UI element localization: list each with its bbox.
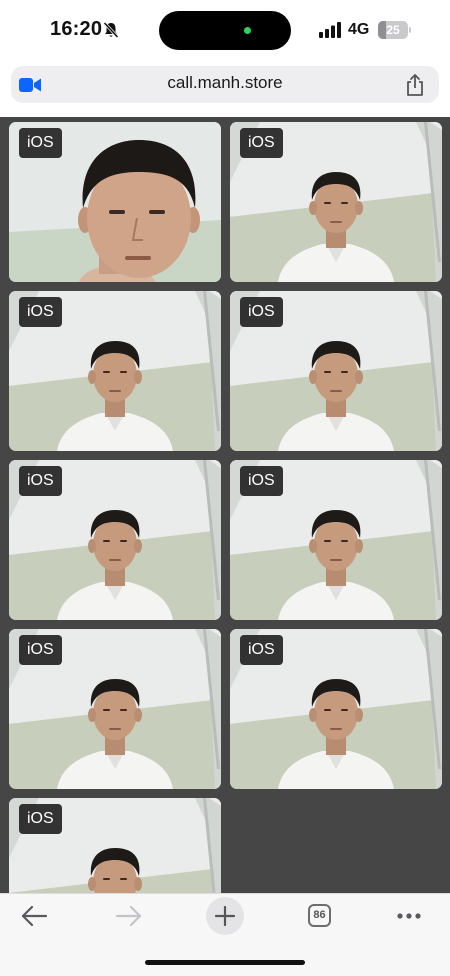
url-text[interactable]: call.manh.store — [60, 73, 390, 93]
share-icon[interactable] — [404, 73, 426, 97]
video-tile[interactable]: iOS — [9, 798, 221, 893]
video-tile[interactable]: iOS — [230, 122, 442, 282]
forward-arrow-icon[interactable] — [115, 903, 143, 929]
plus-icon — [215, 906, 235, 926]
participant-label: iOS — [19, 128, 62, 158]
video-tile[interactable]: iOS — [9, 291, 221, 451]
video-camera-icon[interactable] — [19, 77, 41, 93]
more-icon[interactable] — [396, 912, 422, 920]
battery-icon: 25 — [378, 21, 408, 39]
participant-label: iOS — [19, 804, 62, 834]
home-indicator — [145, 960, 305, 965]
video-tile[interactable]: iOS — [9, 460, 221, 620]
video-tile[interactable]: iOS — [9, 629, 221, 789]
status-time: 16:20 — [50, 18, 103, 40]
participant-label: iOS — [240, 297, 283, 327]
video-tile[interactable]: iOS — [9, 122, 221, 282]
participant-label: iOS — [240, 466, 283, 496]
participant-label: iOS — [19, 635, 62, 665]
new-tab-button[interactable] — [206, 897, 244, 935]
network-type: 4G — [348, 21, 370, 38]
battery-level: 25 — [386, 23, 400, 37]
video-tile[interactable]: iOS — [230, 629, 442, 789]
back-arrow-icon[interactable] — [20, 903, 48, 929]
video-tile[interactable]: iOS — [230, 460, 442, 620]
participant-label: iOS — [19, 297, 62, 327]
participant-label: iOS — [19, 466, 62, 496]
dynamic-island — [159, 11, 291, 50]
tabs-button[interactable]: 86 — [308, 904, 331, 927]
participant-label: iOS — [240, 128, 283, 158]
camera-indicator-dot — [244, 27, 251, 34]
bell-slash-icon — [103, 21, 119, 39]
participant-label: iOS — [240, 635, 283, 665]
video-grid: iOS iOS iOS iOS iOS iOS iOS iOS iOS — [0, 117, 450, 893]
video-tile[interactable]: iOS — [230, 291, 442, 451]
signal-bars-icon — [319, 22, 341, 38]
